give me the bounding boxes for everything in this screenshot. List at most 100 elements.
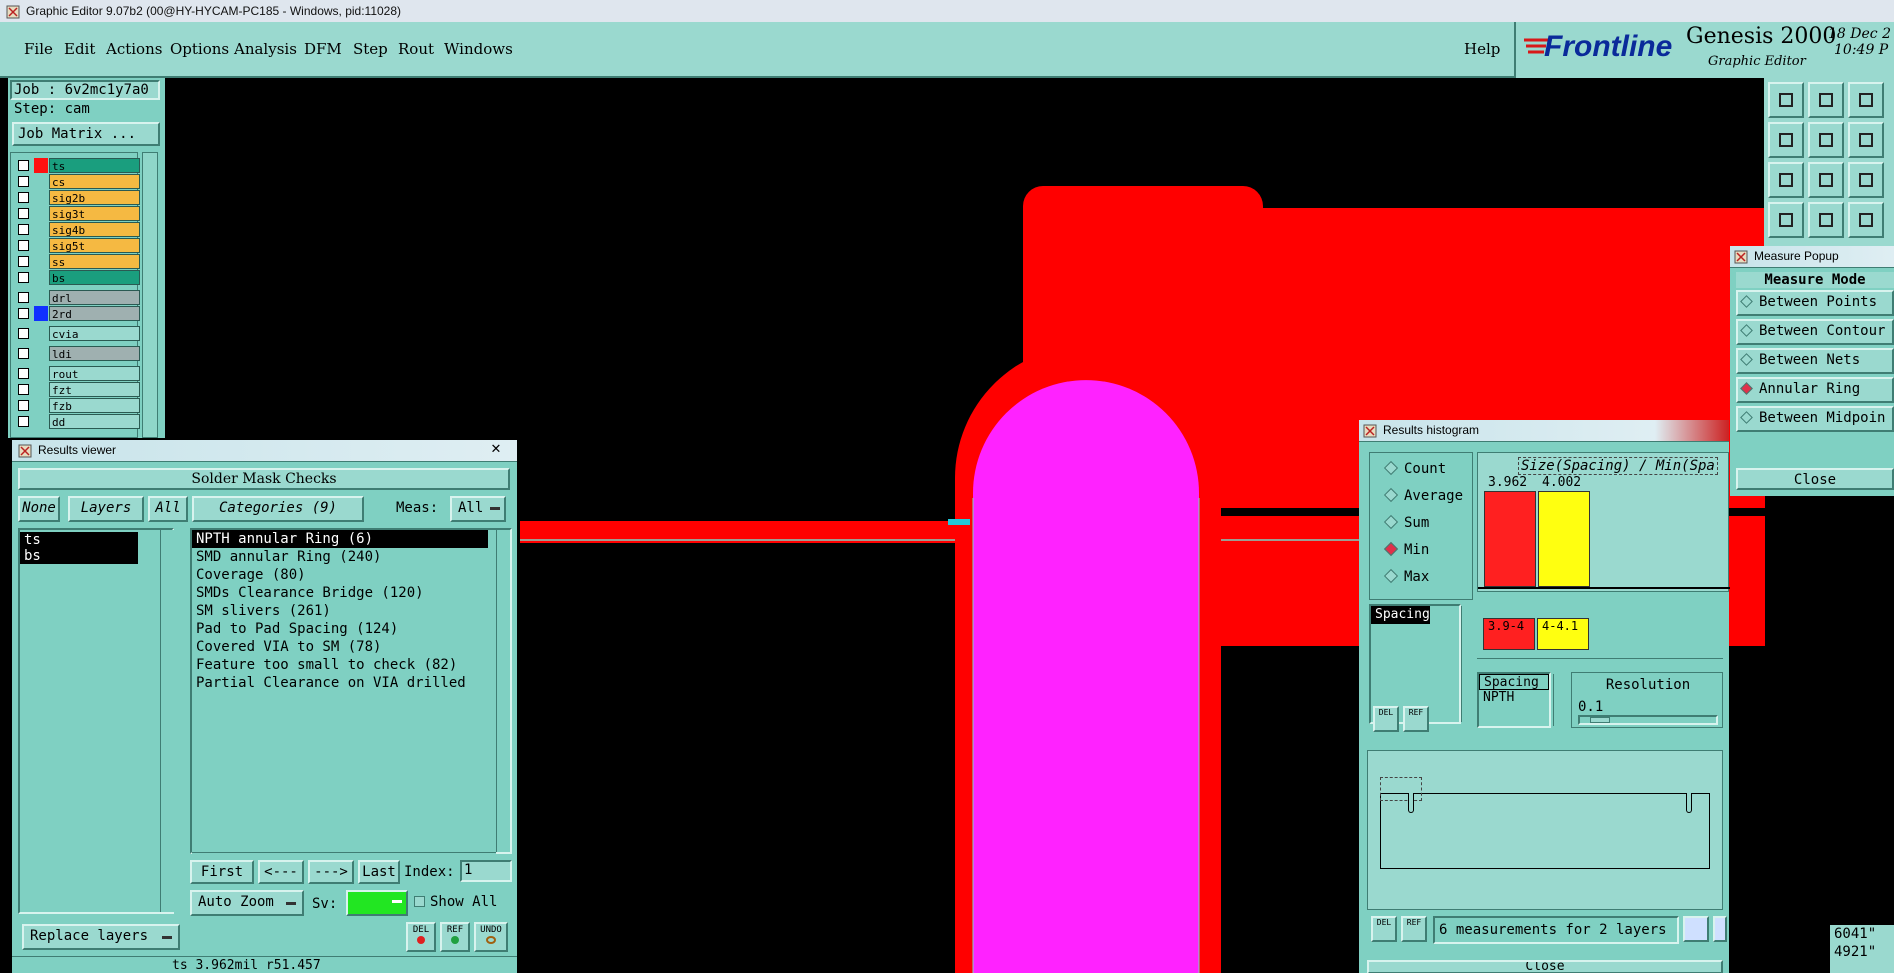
layer-list-scrollbar[interactable] [142,152,158,438]
fit-icon[interactable] [1768,162,1804,198]
radio-icon[interactable] [1383,460,1399,476]
layer-color-swatch[interactable] [34,382,48,397]
layer-name[interactable]: rout [49,366,140,381]
measure-mode-option[interactable]: Between Contour [1736,319,1894,345]
attr-value-list[interactable]: Spacing NPTH [1477,672,1551,728]
histogram-bar[interactable] [1484,491,1536,587]
layer-color-swatch[interactable] [34,254,48,269]
grid-icon[interactable] [1808,202,1844,238]
category-item[interactable]: SM slivers (261) [192,602,510,620]
categories-button[interactable]: Categories (9) [192,496,364,522]
layer-name[interactable]: ldi [49,346,140,361]
layer-name[interactable]: sig4b [49,222,140,237]
layer-color-swatch[interactable] [34,346,48,361]
layer-row[interactable]: cvia [16,326,140,341]
category-item[interactable]: Covered VIA to SM (78) [192,638,510,656]
layer-checkbox[interactable] [18,192,29,203]
layer-name[interactable]: sig5t [49,238,140,253]
aggregate-option[interactable]: Sum [1383,514,1429,531]
layer-row[interactable]: sig4b [16,222,140,237]
del-button[interactable]: DEL [406,922,436,952]
category-item[interactable]: Partial Clearance on VIA drilled [192,674,510,692]
layer-checkbox[interactable] [18,160,29,171]
radio-icon[interactable] [1383,487,1399,503]
layer-checkbox[interactable] [18,328,29,339]
layer-checkbox[interactable] [18,208,29,219]
last-button[interactable]: Last [358,860,400,884]
view-toggle-icon[interactable] [1683,916,1709,942]
layer-color-swatch[interactable] [34,222,48,237]
layer-row[interactable]: rout [16,366,140,381]
measure-mode-option[interactable]: Between Points [1736,290,1894,316]
layer-color-swatch[interactable] [34,326,48,341]
spacing-item[interactable]: Spacing [1371,606,1430,624]
layer-color-swatch[interactable] [34,206,48,221]
layer-row[interactable]: ts [16,158,140,173]
meas-select[interactable]: All [450,496,506,522]
resolution-slider[interactable] [1578,715,1718,725]
measure-icon[interactable] [1768,202,1804,238]
attribute-scrollbar[interactable] [1461,606,1475,722]
layer-row[interactable]: ss [16,254,140,269]
layer-name[interactable]: sig3t [49,206,140,221]
layer-checkbox[interactable] [18,368,29,379]
radio-icon[interactable] [1740,382,1753,395]
layer-checkbox[interactable] [18,224,29,235]
none-button[interactable]: None [18,496,60,522]
undo-button[interactable]: UNDO [474,922,508,952]
index-input[interactable]: 1 [460,860,512,882]
hist-del-button[interactable]: DEL [1373,706,1399,732]
measure-mode-option[interactable]: Between Midpoin [1736,406,1894,432]
layer-checkbox[interactable] [18,272,29,283]
layer-color-swatch[interactable] [34,174,48,189]
category-item[interactable]: SMDs Clearance Bridge (120) [192,584,510,602]
layer-row[interactable]: fzt [16,382,140,397]
sv-color-select[interactable] [346,890,408,916]
center-icon[interactable] [1808,162,1844,198]
attr-value-item[interactable]: NPTH [1479,690,1549,706]
pan-right-icon[interactable] [1808,122,1844,158]
layer-checkbox[interactable] [18,308,29,319]
aggregate-option[interactable]: Max [1383,568,1429,585]
aggregate-option[interactable]: Average [1383,487,1463,504]
radio-icon[interactable] [1383,541,1399,557]
measure-mode-option[interactable]: Between Nets [1736,348,1894,374]
radio-icon[interactable] [1740,411,1753,424]
board-preview[interactable] [1367,750,1723,910]
menu-edit[interactable]: Edit [64,40,95,58]
menu-windows[interactable]: Windows [444,40,513,58]
layer-color-swatch[interactable] [34,290,48,305]
menu-dfm[interactable]: DFM [304,40,342,58]
radio-icon[interactable] [1740,353,1753,366]
layer-row[interactable]: sig2b [16,190,140,205]
next-button[interactable]: ---> [308,860,354,884]
radio-icon[interactable] [1383,568,1399,584]
show-all-checkbox[interactable] [414,896,425,907]
layer-name[interactable]: dd [49,414,140,429]
menu-options[interactable]: Options [170,40,229,58]
layers-button[interactable]: Layers [68,496,144,522]
layer-row[interactable]: sig5t [16,238,140,253]
layer-checkbox[interactable] [18,348,29,359]
measure-mode-option[interactable]: Annular Ring [1736,377,1894,403]
layer-checkbox[interactable] [18,240,29,251]
layer-name[interactable]: cvia [49,326,140,341]
layer-color-swatch[interactable] [34,238,48,253]
layer-row[interactable]: cs [16,174,140,189]
categories-list[interactable]: NPTH annular Ring (6) SMD annular Ring (2… [190,528,512,854]
attr-value-item[interactable]: Spacing [1479,674,1549,690]
histogram-close-button[interactable]: Close [1367,960,1723,973]
layer-color-swatch[interactable] [34,414,48,429]
layer-color-swatch[interactable] [34,158,48,173]
menu-file[interactable]: File [24,40,53,58]
layer-name[interactable]: ss [49,254,140,269]
aggregate-option[interactable]: Count [1383,460,1446,477]
menu-rout[interactable]: Rout [398,40,434,58]
category-item[interactable]: SMD annular Ring (240) [192,548,510,566]
attr-value-scrollbar[interactable] [1553,674,1567,726]
zoom-home-icon[interactable] [1768,82,1804,118]
close-icon[interactable]: ✕ [478,438,514,460]
layer-name[interactable]: fzt [49,382,140,397]
layer-name[interactable]: ts [49,158,140,173]
measure-titlebar[interactable]: Measure Popup [1730,246,1894,268]
